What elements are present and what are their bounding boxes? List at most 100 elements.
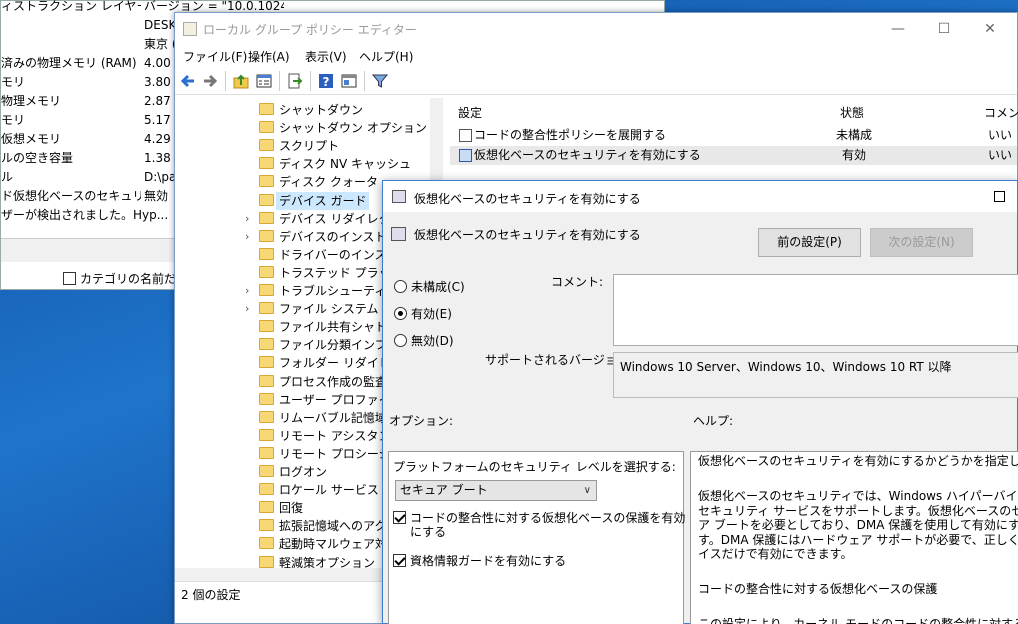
radio-enabled-button[interactable]: [394, 307, 407, 320]
options-label: オプション:: [389, 414, 454, 428]
dialog-title: 仮想化ベースのセキュリティを有効にする: [414, 192, 641, 206]
tree-item-label: ロケール サービス: [279, 483, 379, 498]
supported-version-label: サポートされるバージョン:: [485, 353, 633, 367]
credential-guard-option[interactable]: 資格情報ガードを有効にする: [393, 552, 566, 569]
radio-disabled[interactable]: 無効(D): [394, 332, 454, 349]
properties-icon[interactable]: [341, 73, 357, 89]
svg-text:?: ?: [323, 75, 330, 89]
radio-not-configured-label: 未構成(C): [411, 280, 465, 294]
code-integrity-checkbox[interactable]: [393, 511, 406, 524]
system-info-key: ド仮想化ベースのセキュリティ: [1, 189, 141, 203]
help-text-line: ア ブートを必要としており、DMA 保護を使用して有効にすることもでき: [698, 518, 1018, 532]
platform-security-select[interactable]: セキュア ブート ∨: [395, 480, 597, 501]
chevron-down-icon: ∨: [583, 485, 591, 496]
next-setting-button[interactable]: 次の設定(N): [870, 228, 973, 257]
back-icon[interactable]: [180, 73, 196, 89]
help-text-line: 仮想化ベースのセキュリティでは、Windows ハイパーバイザーを使用: [698, 489, 1018, 503]
forward-icon[interactable]: [202, 73, 218, 89]
system-info-row: ド仮想化ベースのセキュリティ無効: [1, 187, 176, 206]
tree-item[interactable]: シャットダウン オプション: [175, 119, 442, 137]
menu-view[interactable]: 表示(V): [305, 48, 347, 65]
tree-item[interactable]: スクリプト: [175, 137, 442, 155]
credential-guard-label: 資格情報ガードを有効にする: [410, 554, 567, 568]
help-text-line: 仮想化ベースのセキュリティを有効にするかどうかを指定します。: [698, 454, 1018, 468]
folder-icon: [259, 501, 274, 514]
comment-textarea[interactable]: [613, 274, 1018, 346]
policy-setting-icon: [459, 149, 472, 162]
help-text-line: イスだけで有効にできます。: [698, 547, 853, 561]
radio-not-configured-button[interactable]: [394, 280, 407, 293]
supported-version-field: Windows 10 Server、Windows 10、Windows 10 …: [613, 352, 1018, 398]
chevron-right-icon[interactable]: ›: [245, 282, 249, 300]
folder-icon: [259, 193, 274, 206]
system-info-row: ル D:\pa: [1, 168, 176, 187]
settings-row[interactable]: コードの整合性ポリシーを展開する 未構成 いい: [450, 126, 1017, 145]
help-panel: 仮想化ベースのセキュリティを有効にするかどうかを指定します。仮想化ベースのセキュ…: [690, 451, 1018, 624]
tree-item[interactable]: シャットダウン: [175, 101, 442, 119]
help-icon[interactable]: ?: [318, 73, 334, 89]
tree-item-label: デバイス ガード: [276, 191, 370, 210]
radio-enabled[interactable]: 有効(E): [394, 305, 452, 322]
maximize-button[interactable]: ☐: [921, 13, 967, 45]
minimize-button[interactable]: —: [875, 13, 921, 45]
menu-help[interactable]: ヘルプ(H): [359, 48, 413, 65]
folder-icon: [259, 139, 274, 152]
category-name-checkbox[interactable]: [63, 272, 76, 285]
options-panel: プラットフォームのセキュリティ レベルを選択する: セキュア ブート ∨ コード…: [388, 451, 685, 624]
help-text-line: この設定により、カーネル モードのコードの整合性に対する仮想化ベー: [698, 617, 1018, 624]
folder-icon: [259, 229, 274, 242]
folder-icon: [259, 392, 274, 405]
tree-item-label: ディスク クォータ: [279, 175, 378, 190]
system-info-divider: [1, 238, 176, 262]
folder-icon: [259, 465, 274, 477]
dialog-titlebar[interactable]: 仮想化ベースのセキュリティを有効にする: [383, 181, 1017, 212]
column-header-comment[interactable]: コメン: [984, 104, 1018, 121]
policy-icon: [392, 190, 406, 203]
help-text-line: セキュリティ サービスをサポートします。仮想化ベースのセキュリティはセ: [698, 503, 1018, 518]
settings-row[interactable]: 仮想化ベースのセキュリティを有効にする 有効 いい: [450, 146, 1017, 165]
menu-file[interactable]: ファイル(F): [183, 48, 247, 65]
help-text-line: す。DMA 保護にはハードウェア サポートが必要で、正しく構成された: [698, 532, 1018, 547]
folder-icon: [259, 338, 274, 351]
gpo-menubar: ファイル(F) 操作(A) 表示(V) ヘルプ(H): [175, 45, 1017, 67]
platform-security-label: プラットフォームのセキュリティ レベルを選択する:: [393, 460, 676, 474]
column-header-state[interactable]: 状態: [840, 104, 864, 121]
previous-setting-button[interactable]: 前の設定(P): [758, 228, 861, 257]
help-label: ヘルプ:: [693, 414, 734, 428]
system-info-key: ルの空き容量: [1, 151, 74, 165]
policy-setting-dialog: 仮想化ベースのセキュリティを有効にする 仮想化ベースのセキュリティを有効にする …: [382, 180, 1018, 624]
chevron-right-icon[interactable]: ›: [245, 300, 249, 318]
maximize-button[interactable]: [994, 191, 1005, 202]
show-hide-tree-icon[interactable]: [256, 73, 272, 89]
platform-security-value: セキュア ブート: [400, 483, 488, 497]
column-header-setting[interactable]: 設定: [458, 104, 482, 121]
setting-comment: いい: [988, 128, 1013, 142]
tree-item-label: ファイル システム: [279, 302, 379, 317]
policy-setting-icon: [459, 129, 472, 142]
dialog-subtitle: 仮想化ベースのセキュリティを有効にする: [414, 228, 641, 242]
chevron-right-icon[interactable]: ›: [245, 210, 249, 228]
folder-icon: [259, 265, 274, 278]
system-info-row: DESKTO: [1, 16, 184, 35]
menu-action[interactable]: 操作(A): [248, 48, 290, 65]
radio-not-configured[interactable]: 未構成(C): [394, 278, 465, 295]
credential-guard-checkbox[interactable]: [393, 554, 406, 567]
export-list-icon[interactable]: [287, 73, 303, 89]
setting-state: 有効: [842, 148, 867, 162]
radio-disabled-label: 無効(D): [411, 334, 454, 348]
radio-disabled-button[interactable]: [394, 334, 407, 347]
code-integrity-option[interactable]: コードの整合性に対する仮想化ベースの保護を有効 にする: [393, 511, 685, 539]
system-info-row: モリ 5.17 G: [1, 111, 184, 130]
gpo-titlebar[interactable]: ローカル グループ ポリシー エディター — ☐ ✕: [175, 13, 1017, 45]
chevron-right-icon[interactable]: ›: [245, 228, 249, 246]
tree-item-label: スクリプト: [279, 139, 340, 154]
up-folder-icon[interactable]: [233, 73, 249, 89]
folder-icon: [259, 302, 274, 315]
folder-icon: [259, 211, 274, 224]
filter-icon[interactable]: [372, 73, 388, 89]
close-button[interactable]: ✕: [967, 13, 1013, 45]
setting-name: 仮想化ベースのセキュリティを有効にする: [474, 148, 701, 162]
tree-item[interactable]: ディスク NV キャッシュ: [175, 155, 442, 173]
tree-item-label: ログオン: [279, 465, 328, 479]
folder-icon: [259, 446, 274, 459]
